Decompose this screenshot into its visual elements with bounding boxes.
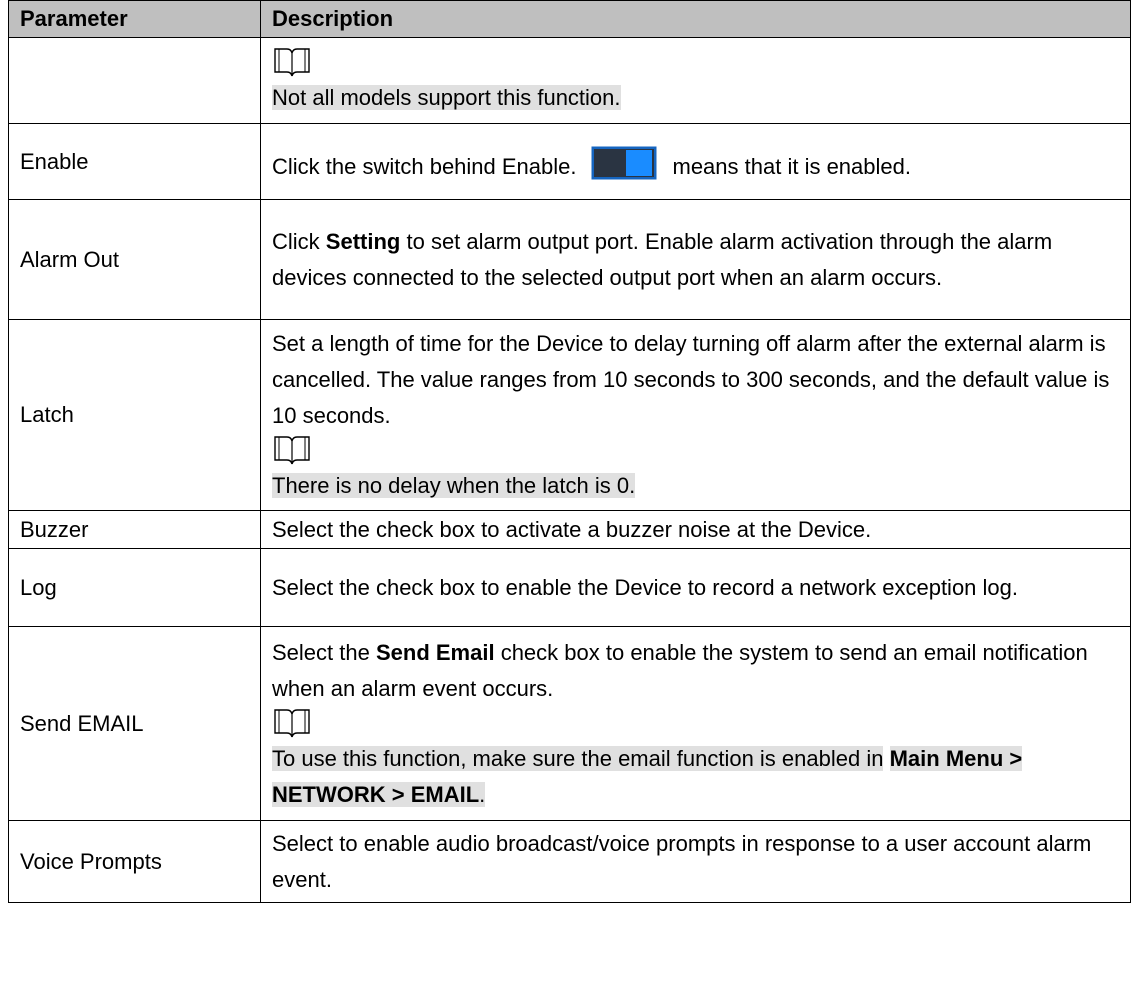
parameter-table: Parameter Description Not all models sup… (8, 0, 1131, 903)
header-parameter: Parameter (8, 0, 261, 38)
table-row: Enable Click the switch behind Enable. m… (8, 123, 1131, 200)
description-cell: Click Setting to set alarm output port. … (260, 199, 1131, 320)
send-email-keyword: Send Email (375, 639, 495, 665)
param-cell: Buzzer (8, 510, 261, 549)
description-cell: Not all models support this function. (260, 37, 1131, 124)
param-cell: Log (8, 548, 261, 627)
note-text: There is no delay when the latch is 0. (272, 473, 636, 498)
param-cell: Voice Prompts (8, 820, 261, 903)
book-note-icon (272, 707, 1119, 741)
table-row: Log Select the check box to enable the D… (8, 548, 1131, 627)
table-row: Not all models support this function. (8, 37, 1131, 124)
book-note-icon (272, 434, 1119, 468)
table-row: Alarm Out Click Setting to set alarm out… (8, 199, 1131, 320)
desc-text: means that it is enabled. (672, 154, 911, 180)
toggle-on-icon (591, 146, 657, 180)
note-text: Not all models support this function. (272, 84, 621, 110)
table-header-row: Parameter Description (8, 0, 1131, 38)
description-cell: Select to enable audio broadcast/voice p… (260, 820, 1131, 903)
param-cell: Send EMAIL (8, 626, 261, 821)
header-description: Description (260, 0, 1131, 38)
description-cell: Click the switch behind Enable. means th… (260, 123, 1131, 200)
book-note-icon (272, 46, 1119, 80)
desc-text: Click the switch behind Enable. (272, 154, 577, 180)
table-row: Voice Prompts Select to enable audio bro… (8, 820, 1131, 903)
description-cell: Select the check box to enable the Devic… (260, 548, 1131, 627)
param-cell (8, 37, 261, 124)
param-cell: Enable (8, 123, 261, 200)
table-row: Latch Set a length of time for the Devic… (8, 319, 1131, 511)
table-row: Send EMAIL Select the Send Email check b… (8, 626, 1131, 821)
setting-keyword: Setting (325, 228, 401, 254)
param-cell: Alarm Out (8, 199, 261, 320)
description-cell: Select the check box to activate a buzze… (260, 510, 1131, 549)
param-cell: Latch (8, 319, 261, 511)
table-row: Buzzer Select the check box to activate … (8, 510, 1131, 549)
description-cell: Set a length of time for the Device to d… (260, 319, 1131, 511)
description-cell: Select the Send Email check box to enabl… (260, 626, 1131, 821)
